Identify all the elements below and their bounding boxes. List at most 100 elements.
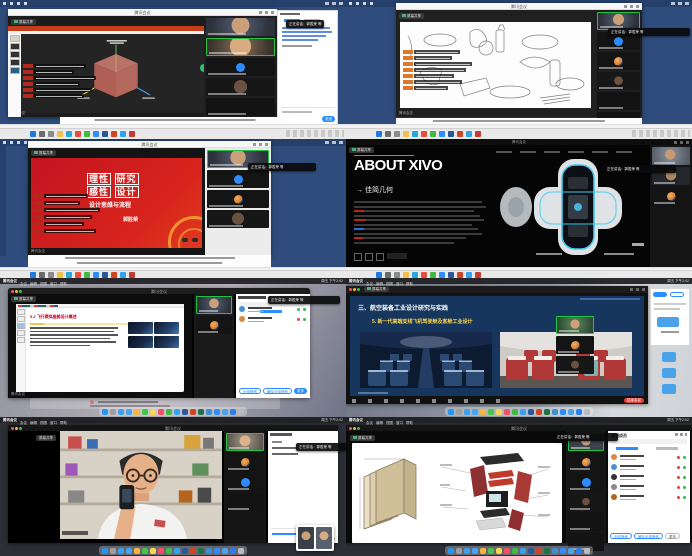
chat-link-bar[interactable] <box>272 533 296 535</box>
page-thumb[interactable] <box>17 330 25 336</box>
camera-on-icon[interactable] <box>303 308 306 311</box>
folder-icon[interactable] <box>568 409 574 415</box>
slide-thumb[interactable] <box>10 43 20 50</box>
mail-icon[interactable] <box>472 409 478 415</box>
qq-icon[interactable] <box>466 131 472 137</box>
wechat-icon[interactable] <box>84 131 90 137</box>
photos-icon[interactable] <box>134 409 140 415</box>
photos-icon[interactable] <box>480 548 486 554</box>
keynote-icon[interactable] <box>552 548 558 554</box>
powerpoint-icon[interactable] <box>536 409 542 415</box>
page-thumb[interactable] <box>17 316 25 322</box>
participant-row[interactable] <box>610 453 688 462</box>
window-controls-icon[interactable] <box>259 11 275 14</box>
slide-thumb[interactable] <box>10 35 20 42</box>
unmute-all-button[interactable]: 解除全部静音 <box>634 533 663 539</box>
qq-icon[interactable] <box>174 409 180 415</box>
page-thumb[interactable] <box>17 309 25 315</box>
tencent-meeting-icon[interactable] <box>214 548 220 554</box>
system-tray[interactable] <box>286 130 344 137</box>
safari-icon[interactable] <box>464 409 470 415</box>
music-icon[interactable] <box>158 548 164 554</box>
system-tray[interactable] <box>632 130 690 137</box>
safari-icon[interactable] <box>118 409 124 415</box>
task-view-icon[interactable] <box>48 131 54 137</box>
mail-icon[interactable] <box>126 548 132 554</box>
keynote-icon[interactable] <box>206 548 212 554</box>
menu-item[interactable]: 帮助 <box>60 282 67 286</box>
music-icon[interactable] <box>504 548 510 554</box>
messages-icon[interactable] <box>488 409 494 415</box>
messages-icon[interactable] <box>142 409 148 415</box>
chrome-icon[interactable] <box>75 131 81 137</box>
mic-muted-icon[interactable] <box>677 466 680 469</box>
pdf-icon[interactable] <box>475 131 481 137</box>
safari-icon[interactable] <box>118 548 124 554</box>
safari-icon[interactable] <box>464 548 470 554</box>
tencent-meeting-icon[interactable] <box>560 548 566 554</box>
participant-row[interactable] <box>610 463 688 472</box>
camera-on-icon[interactable] <box>683 456 686 459</box>
keynote-icon[interactable] <box>206 409 212 415</box>
participant-row[interactable] <box>238 305 308 314</box>
wechat-icon[interactable] <box>166 548 172 554</box>
window-controls-icon[interactable] <box>671 2 689 5</box>
word-icon[interactable] <box>448 131 454 137</box>
edge-icon[interactable] <box>66 131 72 137</box>
chrome-icon[interactable] <box>421 131 427 137</box>
participant-video-thumb[interactable] <box>652 147 690 165</box>
launchpad-icon[interactable] <box>110 409 116 415</box>
zoom-icon[interactable] <box>357 288 360 291</box>
powerpoint-icon[interactable] <box>536 548 542 554</box>
close-icon[interactable] <box>349 288 352 291</box>
participant-video-thumb[interactable] <box>226 473 264 491</box>
word-icon[interactable] <box>182 548 188 554</box>
page-thumb[interactable] <box>17 323 25 329</box>
chrome-icon[interactable] <box>421 272 427 278</box>
edge-icon[interactable] <box>412 272 418 278</box>
chat-input[interactable] <box>282 111 312 113</box>
meeting-titlebar[interactable]: 屏幕共享 <box>346 286 648 293</box>
participant-video-thumb[interactable] <box>196 296 232 314</box>
file-explorer-icon[interactable] <box>403 131 409 137</box>
camera-on-icon[interactable] <box>303 318 306 321</box>
participant-video-thumb[interactable] <box>568 493 604 511</box>
trash-icon[interactable] <box>238 409 244 415</box>
page-thumb[interactable] <box>17 337 25 343</box>
mute-all-button[interactable]: 全部静音 <box>610 533 632 539</box>
qq-icon[interactable] <box>174 548 180 554</box>
window-controls-icon[interactable] <box>253 143 269 146</box>
mail-icon[interactable] <box>472 548 478 554</box>
mute-all-button[interactable]: 全部静音 <box>239 388 261 394</box>
start-icon[interactable] <box>30 131 36 137</box>
meeting-titlebar[interactable]: 腾讯会议 <box>8 9 277 16</box>
participant-video-thumb[interactable] <box>207 210 269 228</box>
task-view-icon[interactable] <box>394 272 400 278</box>
participant-video-thumb[interactable] <box>568 473 604 491</box>
mic-muted-icon[interactable] <box>677 456 680 459</box>
folder-icon[interactable] <box>222 548 228 554</box>
doc-ribbon-tabs[interactable] <box>18 305 58 307</box>
unmute-all-button[interactable]: 解除全部静音 <box>263 388 292 394</box>
word-icon[interactable] <box>182 409 188 415</box>
word-icon[interactable] <box>102 131 108 137</box>
menu-item[interactable]: 视图 <box>40 282 47 286</box>
participant-video-thumb[interactable] <box>568 513 604 531</box>
participant-video-thumb[interactable] <box>597 72 640 90</box>
window-controls-icon[interactable] <box>674 141 690 144</box>
powerpoint-icon[interactable] <box>190 548 196 554</box>
panel-header-icons[interactable] <box>675 433 687 436</box>
mac-app-name[interactable]: 腾讯会议 <box>3 279 17 284</box>
finder-icon[interactable] <box>448 409 454 415</box>
camera-on-icon[interactable] <box>683 476 686 479</box>
powerpoint-icon[interactable] <box>111 272 117 278</box>
trash-icon[interactable] <box>238 548 244 554</box>
messages-icon[interactable] <box>488 548 494 554</box>
start-icon[interactable] <box>376 131 382 137</box>
app-store-icon[interactable] <box>576 409 582 415</box>
messages-icon[interactable] <box>142 548 148 554</box>
start-icon[interactable] <box>30 272 36 278</box>
send-button[interactable]: 发送 <box>322 116 335 122</box>
trash-icon[interactable] <box>584 409 590 415</box>
powerpoint-icon[interactable] <box>457 131 463 137</box>
